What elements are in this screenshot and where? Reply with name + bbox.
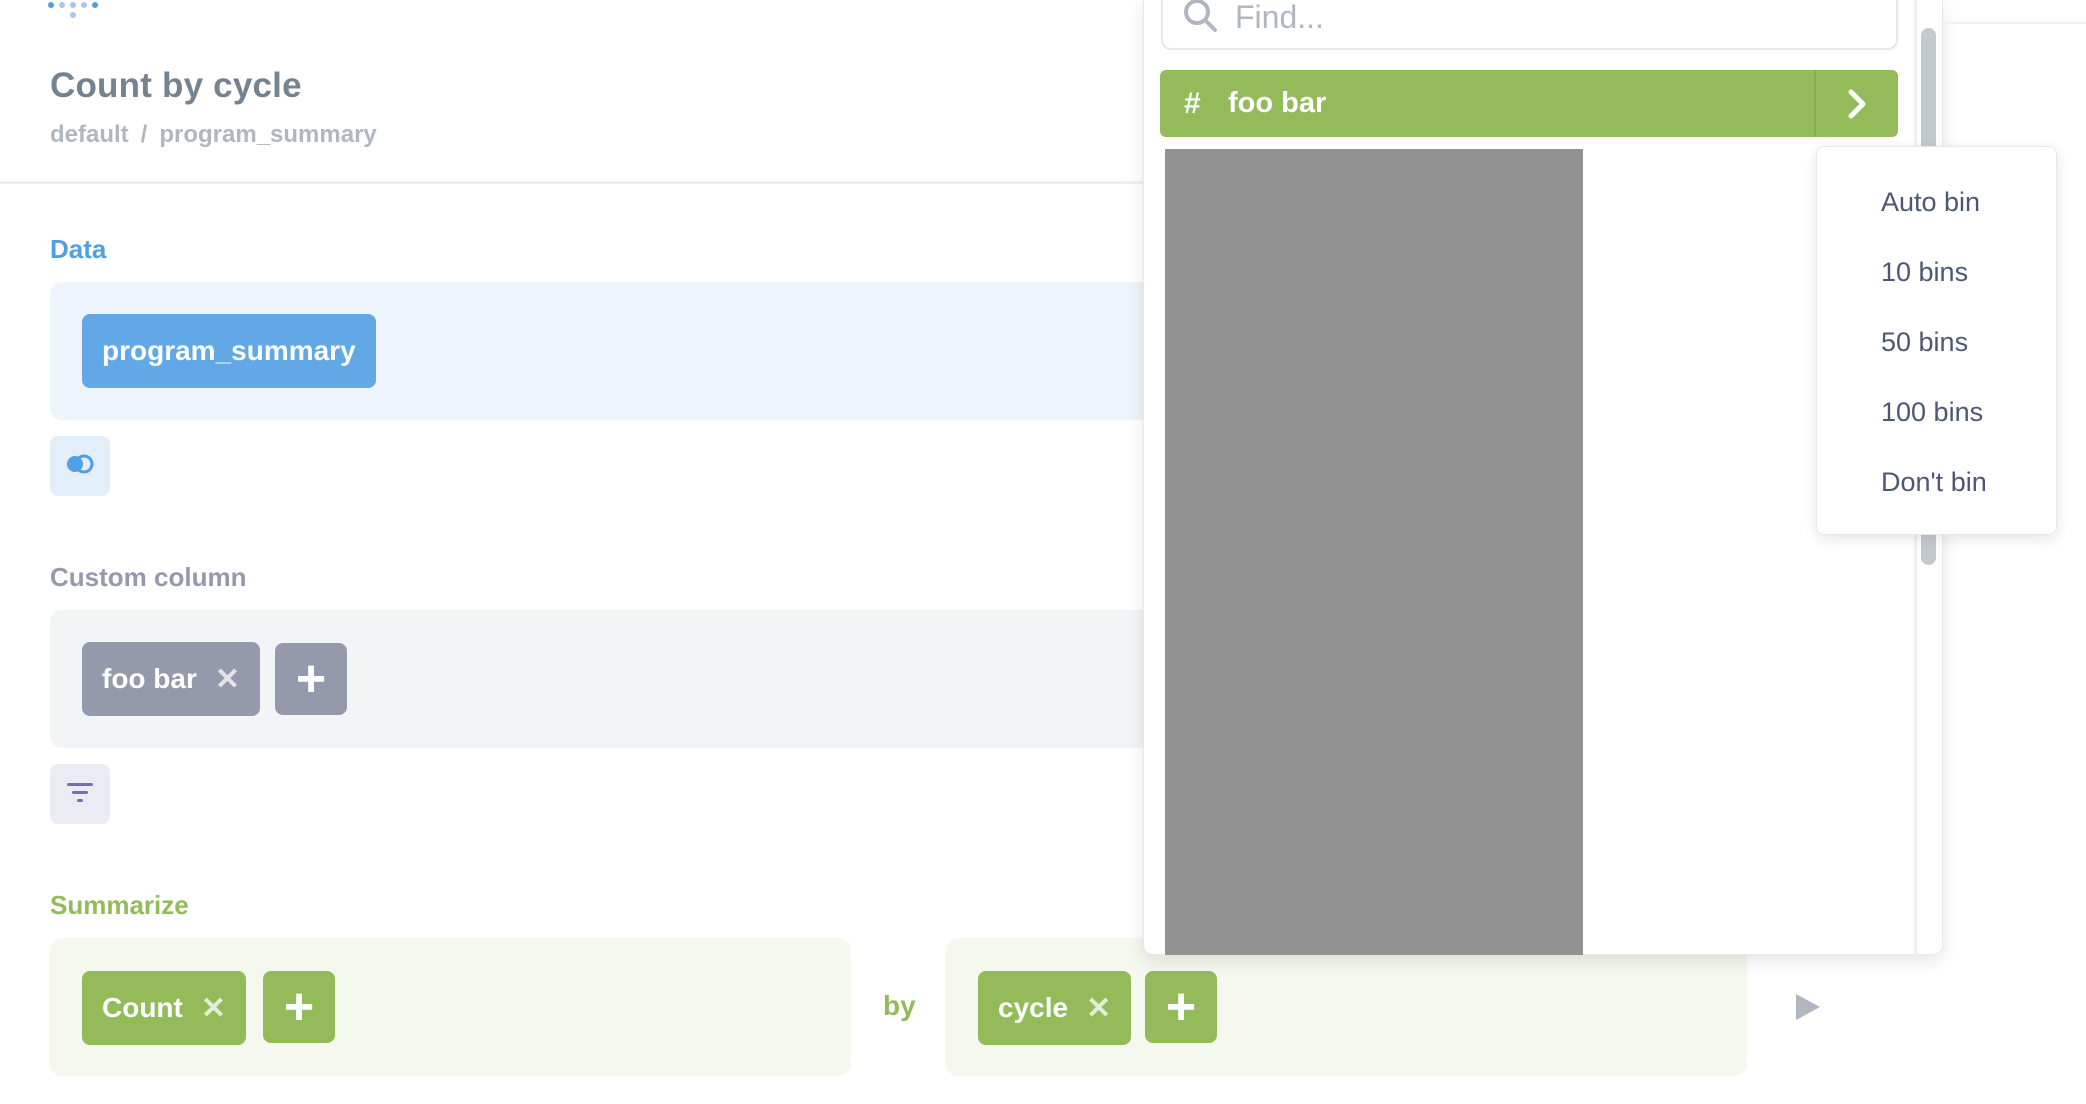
bin-option-dont-bin[interactable]: Don't bin bbox=[1881, 467, 1987, 498]
summarize-section-label: Summarize bbox=[50, 890, 189, 920]
add-custom-column-button[interactable]: + bbox=[275, 643, 347, 715]
breadcrumb-database[interactable]: default bbox=[50, 121, 129, 148]
add-metric-button[interactable]: + bbox=[263, 971, 335, 1043]
binning-menu: Auto bin 10 bins 50 bins 100 bins Don't … bbox=[1816, 146, 2057, 535]
column-option-foo-bar[interactable]: # foo bar bbox=[1160, 70, 1898, 137]
breadcrumb: default / program_summary bbox=[50, 121, 377, 149]
bin-option-auto[interactable]: Auto bin bbox=[1881, 187, 1980, 218]
custom-column-pill-label: foo bar bbox=[102, 663, 197, 694]
number-type-icon: # bbox=[1184, 86, 1201, 120]
remove-breakout-icon[interactable]: ✕ bbox=[1086, 991, 1111, 1026]
data-step-box: program_summary bbox=[50, 282, 1170, 420]
join-icon bbox=[65, 453, 95, 480]
data-section-label: Data bbox=[50, 234, 107, 264]
column-option-label: foo bar bbox=[1228, 87, 1327, 119]
count-metric-pill[interactable]: Count ✕ bbox=[82, 971, 246, 1045]
search-field[interactable] bbox=[1161, 0, 1898, 50]
by-label: by bbox=[883, 990, 916, 1021]
metabase-logo[interactable] bbox=[48, 0, 100, 20]
custom-column-pill[interactable]: foo bar ✕ bbox=[82, 642, 261, 716]
cycle-breakout-label: cycle bbox=[998, 992, 1069, 1023]
table-pill[interactable]: program_summary bbox=[82, 314, 376, 388]
search-input[interactable] bbox=[1233, 0, 1837, 37]
summarize-metrics-box: Count ✕ + bbox=[50, 938, 851, 1076]
add-breakout-button[interactable]: + bbox=[1145, 971, 1217, 1043]
redacted-list-area bbox=[1165, 149, 1583, 955]
bin-option-100[interactable]: 100 bins bbox=[1881, 397, 1983, 428]
breadcrumb-table[interactable]: program_summary bbox=[159, 121, 376, 148]
bin-option-50[interactable]: 50 bins bbox=[1881, 327, 1968, 358]
custom-column-step-box: foo bar ✕ + bbox=[50, 610, 1170, 748]
page-title: Count by cycle bbox=[50, 66, 302, 105]
header-divider bbox=[0, 181, 1150, 184]
join-button[interactable] bbox=[50, 436, 110, 496]
preview-play-icon[interactable] bbox=[1790, 990, 1824, 1024]
filter-button[interactable] bbox=[50, 764, 110, 824]
binning-chevron-right-icon[interactable] bbox=[1814, 70, 1898, 137]
remove-custom-column-icon[interactable]: ✕ bbox=[215, 662, 240, 697]
custom-column-section-label: Custom column bbox=[50, 562, 247, 592]
background-divider bbox=[1943, 22, 2086, 24]
remove-metric-icon[interactable]: ✕ bbox=[201, 991, 226, 1026]
summarize-breakout-box: cycle ✕ + bbox=[946, 938, 1747, 1076]
filter-icon bbox=[66, 780, 94, 809]
breadcrumb-separator: / bbox=[140, 121, 148, 148]
count-metric-label: Count bbox=[102, 992, 183, 1023]
bin-option-10[interactable]: 10 bins bbox=[1881, 257, 1968, 288]
cycle-breakout-pill[interactable]: cycle ✕ bbox=[978, 971, 1132, 1045]
table-pill-label: program_summary bbox=[102, 335, 356, 366]
search-icon bbox=[1183, 0, 1217, 37]
